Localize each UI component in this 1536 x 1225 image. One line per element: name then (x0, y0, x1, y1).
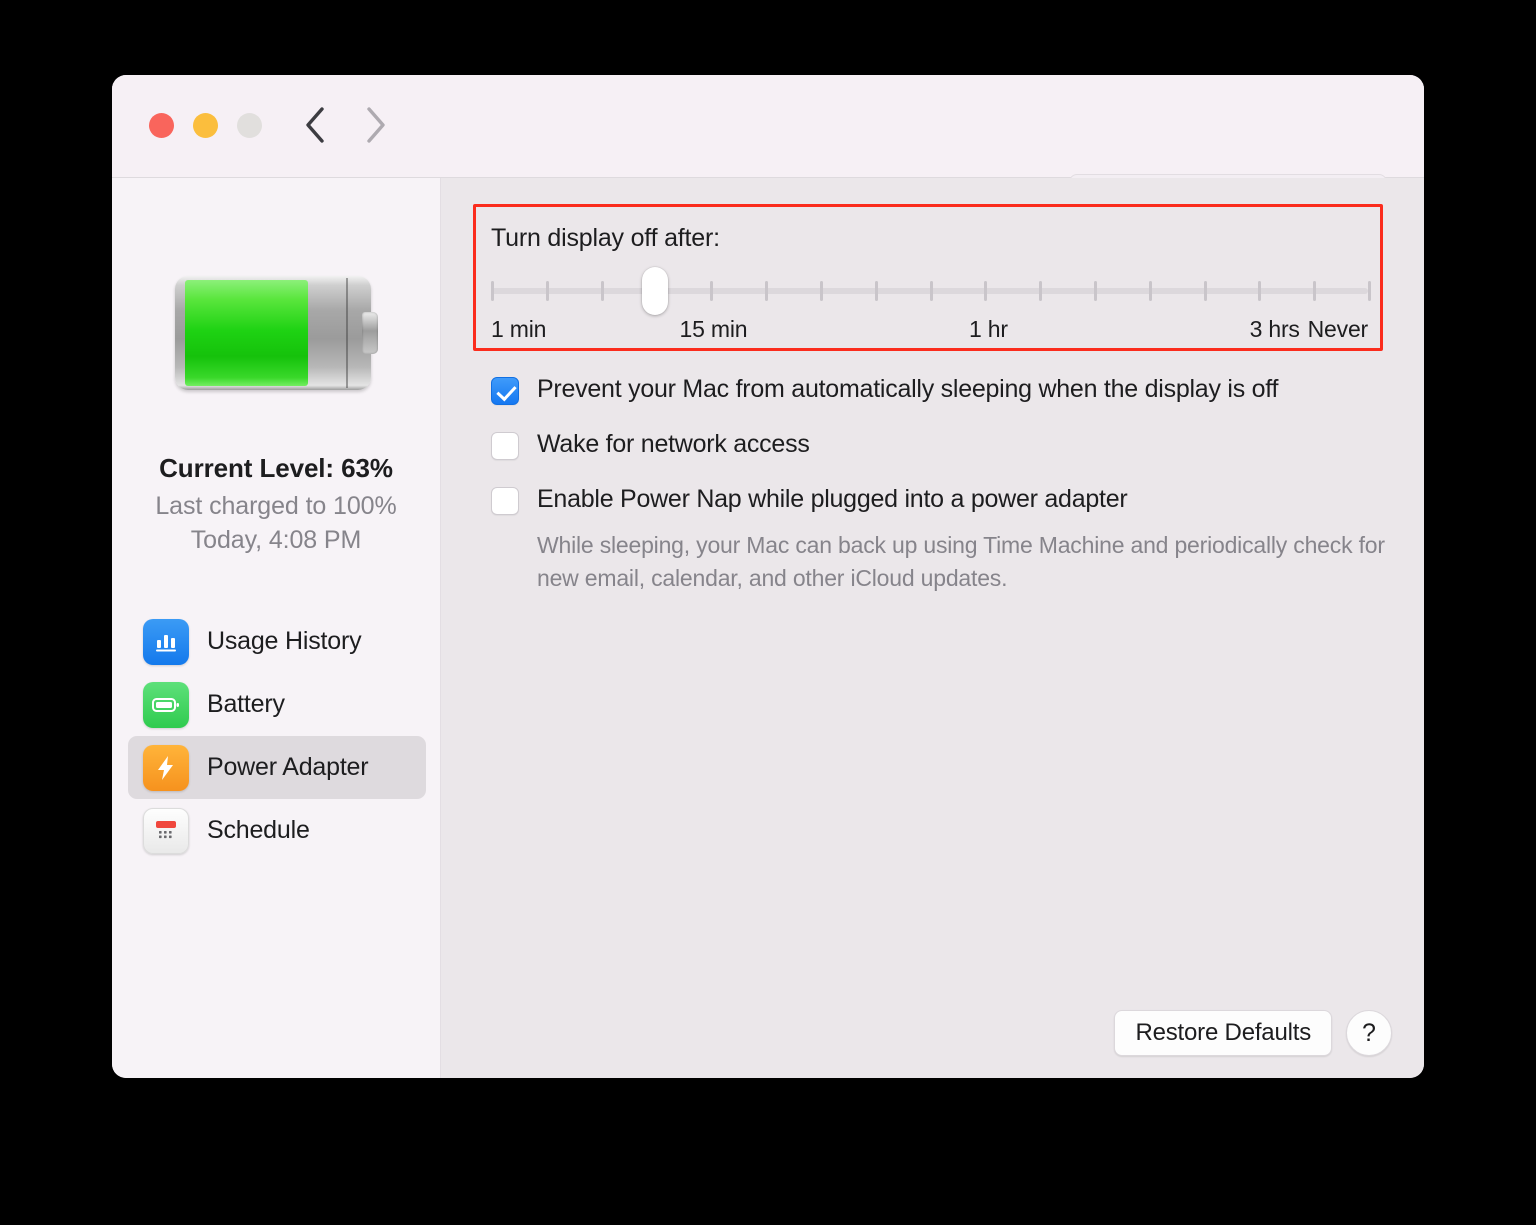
main-panel: Turn display off after: 1 min 15 min 1 hr 3… (441, 178, 1424, 1078)
slider-label: Never (1308, 316, 1368, 343)
battery-status-block: Current Level: 63% Last charged to 100% … (112, 453, 440, 555)
back-arrow-icon[interactable] (304, 105, 326, 145)
window-body: Current Level: 63% Last charged to 100% … (112, 178, 1424, 1078)
sidebar-item-power-adapter[interactable]: Power Adapter (128, 736, 426, 799)
titlebar: Battery (112, 75, 1424, 178)
slider-tick (820, 281, 823, 301)
sidebar-item-schedule[interactable]: Schedule (128, 799, 426, 862)
last-charged-text: Last charged to 100% (112, 492, 440, 521)
restore-defaults-button[interactable]: Restore Defaults (1114, 1010, 1332, 1056)
sidebar: Current Level: 63% Last charged to 100% … (112, 178, 441, 1078)
sidebar-item-label: Usage History (207, 627, 361, 656)
slider-tick (1258, 281, 1261, 301)
sidebar-item-label: Battery (207, 690, 285, 719)
battery-seam (346, 278, 348, 388)
traffic-light-controls (149, 113, 262, 138)
slider-tick (1368, 281, 1371, 301)
slider-label: 1 min (491, 316, 546, 343)
battery-fill (185, 280, 308, 386)
sidebar-nav-list: Usage History Battery (128, 610, 426, 862)
slider-tick (491, 281, 494, 301)
navigation-arrows (304, 105, 386, 145)
checkbox-row-wake-network[interactable]: Wake for network access (491, 429, 1391, 460)
close-button[interactable] (149, 113, 174, 138)
preferences-window: Battery (112, 75, 1424, 1078)
slider-thumb[interactable] (642, 267, 668, 315)
help-button[interactable]: ? (1346, 1010, 1392, 1056)
slider-tick (601, 281, 604, 301)
display-sleep-slider[interactable] (491, 274, 1368, 308)
battery-icon (143, 682, 189, 728)
sidebar-item-usage-history[interactable]: Usage History (128, 610, 426, 673)
checkbox-wake-network[interactable] (491, 432, 519, 460)
checkbox-prevent-sleep[interactable] (491, 377, 519, 405)
checkbox-power-nap[interactable] (491, 487, 519, 515)
slider-tick (1313, 281, 1316, 301)
battery-terminal (362, 312, 378, 354)
slider-tick (1149, 281, 1152, 301)
power-bolt-icon (143, 745, 189, 791)
slider-tick (765, 281, 768, 301)
sidebar-item-battery[interactable]: Battery (128, 673, 426, 736)
checkbox-label: Prevent your Mac from automatically slee… (537, 374, 1278, 404)
slider-label: 15 min (680, 316, 748, 343)
slider-tick (1039, 281, 1042, 301)
last-charged-time: Today, 4:08 PM (112, 526, 440, 555)
slider-tick (710, 281, 713, 301)
checkbox-label: Wake for network access (537, 429, 810, 459)
sidebar-item-label: Power Adapter (207, 753, 368, 782)
battery-illustration (112, 276, 440, 390)
slider-tick (1094, 281, 1097, 301)
checkbox-label: Enable Power Nap while plugged into a po… (537, 484, 1127, 514)
slider-tick (984, 281, 987, 301)
slider-label: 1 hr (969, 316, 1008, 343)
slider-tick (875, 281, 878, 301)
slider-tick-labels: 1 min 15 min 1 hr 3 hrs Never (491, 316, 1368, 346)
footer-buttons: Restore Defaults ? (1114, 1010, 1392, 1056)
checkbox-row-power-nap[interactable]: Enable Power Nap while plugged into a po… (491, 484, 1391, 515)
checkbox-row-prevent-sleep[interactable]: Prevent your Mac from automatically slee… (491, 374, 1391, 405)
slider-label: 3 hrs (1250, 316, 1300, 343)
minimize-button[interactable] (193, 113, 218, 138)
bar-chart-icon (143, 619, 189, 665)
current-level-text: Current Level: 63% (112, 453, 440, 484)
power-nap-help-text: While sleeping, your Mac can back up usi… (537, 529, 1391, 595)
calendar-icon (143, 808, 189, 854)
slider-tick (546, 281, 549, 301)
zoom-button[interactable] (237, 113, 262, 138)
turn-display-off-label: Turn display off after: (491, 224, 720, 253)
slider-tick (1204, 281, 1207, 301)
slider-tick (930, 281, 933, 301)
options-checkbox-group: Prevent your Mac from automatically slee… (491, 374, 1391, 595)
forward-arrow-icon[interactable] (364, 105, 386, 145)
sidebar-item-label: Schedule (207, 816, 310, 845)
